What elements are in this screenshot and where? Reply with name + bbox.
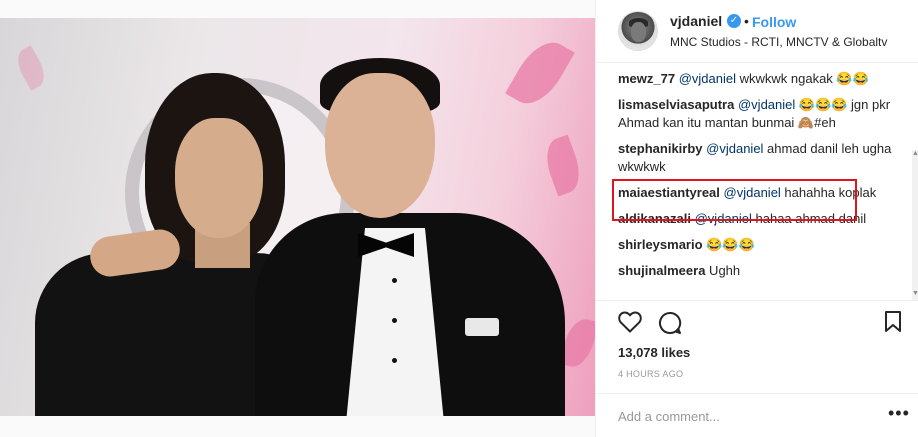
save-bookmark-icon[interactable] (884, 311, 902, 338)
location-link[interactable]: MNC Studios - RCTI, MNCTV & Globaltv (670, 35, 887, 49)
post-actions: 13,078 likes 4 HOURS AGO (596, 300, 918, 390)
backdrop-petal (539, 134, 587, 197)
avatar-face (631, 22, 646, 42)
more-options-icon[interactable]: ••• (888, 403, 910, 424)
comment-mention[interactable]: @vjdaniel (738, 97, 795, 112)
avatar[interactable] (618, 11, 658, 51)
pocket-square (465, 318, 499, 336)
comment-username[interactable]: stephanikirby (618, 141, 703, 156)
comment-item: stephanikirby @vjdaniel ahmad danil leh … (618, 140, 898, 176)
shirt-stud (392, 358, 397, 363)
post-header: vjdaniel ✓ • Follow MNC Studios - RCTI, … (596, 0, 918, 63)
comment-username[interactable]: shujinalmeera (618, 263, 705, 278)
comment-bubble-icon[interactable] (658, 311, 682, 340)
add-comment-bar: Add a comment... ••• (596, 393, 918, 437)
separator-dot: • (744, 13, 749, 29)
instagram-post: vjdaniel ✓ • Follow MNC Studios - RCTI, … (0, 0, 918, 437)
scroll-down-icon[interactable]: ▼ (912, 290, 918, 297)
post-photo[interactable] (0, 18, 595, 416)
scroll-up-icon[interactable]: ▲ (912, 150, 918, 157)
person-right-face (325, 73, 435, 218)
comments-scrollbar[interactable] (912, 150, 918, 300)
highlighted-comment-box (612, 179, 857, 221)
comment-item: lismaselviasaputra @vjdaniel 😂😂😂 jgn pkr… (618, 96, 898, 132)
comment-username[interactable]: lismaselviasaputra (618, 97, 734, 112)
comment-text: 😂😂😂 (702, 237, 755, 252)
backdrop-petal (11, 45, 51, 91)
comment-username[interactable]: mewz_77 (618, 71, 675, 86)
likes-count[interactable]: 13,078 likes (618, 345, 690, 360)
shirt-stud (392, 318, 397, 323)
follow-button[interactable]: Follow (752, 14, 796, 30)
verified-badge-icon: ✓ (727, 14, 741, 28)
comment-item: mewz_77 @vjdaniel wkwkwk ngakak 😂😂 (618, 70, 898, 88)
comment-mention[interactable]: @vjdaniel (706, 141, 763, 156)
comment-username[interactable]: shirleysmario (618, 237, 703, 252)
shirt-stud (392, 278, 397, 283)
backdrop-petal (505, 32, 575, 114)
person-left-face (175, 118, 263, 238)
add-comment-input[interactable]: Add a comment... (618, 409, 720, 424)
comment-item: shirleysmario 😂😂😂 (618, 236, 898, 254)
username-link[interactable]: vjdaniel (670, 13, 722, 29)
comment-text: Ughh (705, 263, 741, 278)
comment-text: wkwkwk ngakak 😂😂 (736, 71, 869, 86)
like-heart-icon[interactable] (618, 311, 642, 338)
comment-item: shujinalmeera Ughh (618, 262, 898, 280)
comment-mention[interactable]: @vjdaniel (679, 71, 736, 86)
post-timestamp: 4 HOURS AGO (618, 369, 684, 379)
